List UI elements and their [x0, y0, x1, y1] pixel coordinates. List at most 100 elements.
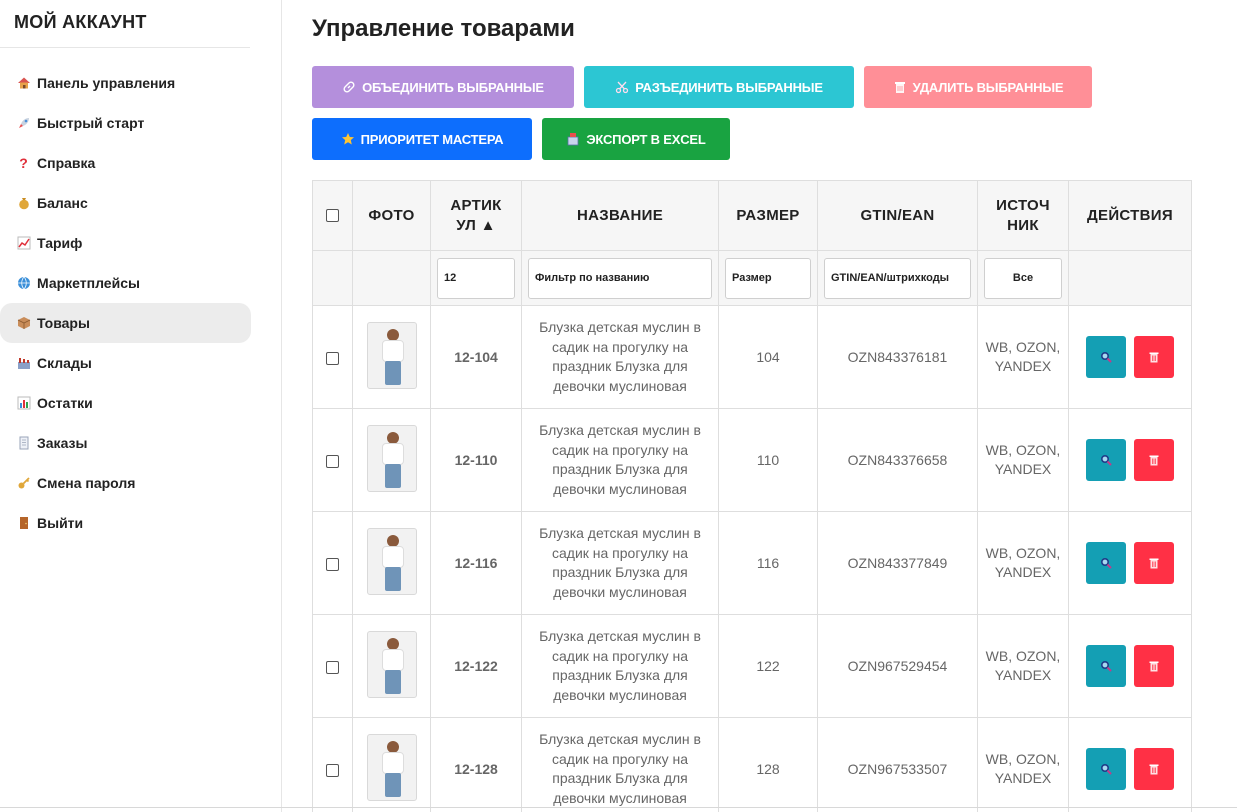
money-bag-icon: [16, 196, 31, 211]
product-thumbnail[interactable]: [366, 734, 417, 801]
sidebar-item-products[interactable]: Товары: [0, 303, 251, 343]
delete-selected-label: УДАЛИТЬ ВЫБРАННЫЕ: [912, 79, 1064, 95]
column-header-article[interactable]: АРТИК УЛ ▲: [430, 180, 522, 251]
filter-cell-empty: [312, 250, 353, 306]
filter-row: Все: [312, 250, 1192, 306]
merge-selected-label: ОБЪЕДИНИТЬ ВЫБРАННЫЕ: [362, 79, 544, 95]
row-actions: [1068, 717, 1192, 812]
sidebar-item-logout[interactable]: Выйти: [0, 503, 251, 543]
article-filter-input[interactable]: [437, 257, 515, 299]
delete-button[interactable]: [1133, 336, 1174, 378]
row-select-checkbox[interactable]: [326, 660, 339, 674]
row-select-checkbox[interactable]: [326, 351, 339, 365]
row-actions: [1068, 305, 1192, 409]
page-title: Управление товарами: [312, 15, 575, 42]
key-icon: [16, 476, 31, 491]
product-thumbnail[interactable]: [366, 425, 417, 492]
table-row[interactable]: 12-110 Блузка детская муслин в садик на …: [312, 408, 1192, 512]
delete-button[interactable]: [1133, 542, 1174, 584]
sidebar: МОЙ АККАУНТ Панель управления Быстрый ст…: [0, 0, 282, 812]
sidebar-item-help[interactable]: ? Справка: [0, 143, 251, 183]
sidebar-item-orders[interactable]: Заказы: [0, 423, 251, 463]
trash-icon: [1149, 352, 1159, 363]
row-name: Блузка детская муслин в садик на прогулк…: [521, 614, 719, 718]
sidebar-item-change-password[interactable]: Смена пароля: [0, 463, 251, 503]
row-article: 12-110: [430, 408, 522, 512]
row-select-cell: [312, 614, 353, 718]
sidebar-item-label: Панель управления: [37, 75, 176, 91]
sidebar-item-quick-start[interactable]: Быстрый старт: [0, 103, 251, 143]
master-priority-label: ПРИОРИТЕТ МАСТЕРА: [360, 131, 504, 147]
row-article: 12-122: [430, 614, 522, 718]
scissors-icon: [616, 81, 629, 94]
thumbnail-figure-shirt: [381, 546, 404, 568]
filter-cell-gtin: [817, 250, 978, 306]
sidebar-item-balance[interactable]: Баланс: [0, 183, 251, 223]
sidebar-item-warehouses[interactable]: Склады: [0, 343, 251, 383]
thumbnail-figure-jeans: [384, 464, 401, 488]
sidebar-item-dashboard[interactable]: Панель управления: [0, 63, 251, 103]
magnifier-icon: [1101, 351, 1112, 363]
gtin-filter-input[interactable]: [824, 257, 971, 299]
export-excel-button[interactable]: ЭКСПОРТ В EXCEL: [542, 118, 730, 160]
product-thumbnail[interactable]: [366, 528, 417, 595]
thumbnail-figure-shirt: [381, 649, 404, 671]
delete-button[interactable]: [1133, 645, 1174, 687]
row-select-checkbox[interactable]: [326, 763, 339, 777]
table-row[interactable]: 12-104 Блузка детская муслин в садик на …: [312, 305, 1192, 409]
split-selected-label: РАЗЪЕДИНИТЬ ВЫБРАННЫЕ: [635, 79, 823, 95]
sidebar-item-label: Склады: [37, 355, 92, 371]
star-icon: [341, 133, 354, 145]
table-row[interactable]: 12-116 Блузка детская муслин в садик на …: [312, 511, 1192, 615]
products-table: ФОТО АРТИК УЛ ▲ НАЗВАНИЕ РАЗМЕР GTIN/EAN …: [312, 180, 1192, 812]
row-name: Блузка детская муслин в садик на прогулк…: [521, 717, 719, 812]
row-select-checkbox[interactable]: [326, 557, 339, 571]
row-gtin: OZN843377849: [817, 511, 978, 615]
house-icon: [16, 76, 31, 91]
row-actions: [1068, 408, 1192, 512]
thumbnail-figure-jeans: [384, 567, 401, 591]
view-button[interactable]: [1086, 645, 1127, 687]
export-icon: [567, 133, 579, 146]
product-rows: 12-104 Блузка детская муслин в садик на …: [312, 305, 1192, 812]
row-photo-cell: [352, 408, 431, 512]
sidebar-menu: Панель управления Быстрый старт ? Справк…: [0, 63, 251, 543]
view-button[interactable]: [1086, 439, 1127, 481]
select-all-checkbox[interactable]: [326, 209, 339, 223]
row-photo-cell: [352, 614, 431, 718]
delete-button[interactable]: [1133, 439, 1174, 481]
master-priority-button[interactable]: ПРИОРИТЕТ МАСТЕРА: [312, 118, 532, 160]
row-gtin: OZN967533507: [817, 717, 978, 812]
column-header-source: ИСТОЧ НИК: [977, 180, 1069, 251]
delete-selected-button[interactable]: УДАЛИТЬ ВЫБРАННЫЕ: [864, 66, 1092, 108]
row-select-checkbox[interactable]: [326, 454, 339, 468]
sidebar-item-label: Выйти: [37, 515, 84, 531]
trash-icon: [1149, 558, 1159, 569]
filter-cell-article: [430, 250, 522, 306]
sidebar-item-marketplaces[interactable]: Маркетплейсы: [0, 263, 251, 303]
row-select-cell: [312, 511, 353, 615]
product-thumbnail[interactable]: [366, 322, 417, 389]
sidebar-item-tariff[interactable]: Тариф: [0, 223, 251, 263]
table-row[interactable]: 12-122 Блузка детская муслин в садик на …: [312, 614, 1192, 718]
row-size: 122: [718, 614, 818, 718]
thumbnail-figure-jeans: [384, 773, 401, 797]
row-photo-cell: [352, 511, 431, 615]
view-button[interactable]: [1086, 748, 1127, 790]
table-row[interactable]: 12-128 Блузка детская муслин в садик на …: [312, 717, 1192, 812]
delete-button[interactable]: [1133, 748, 1174, 790]
view-button[interactable]: [1086, 542, 1127, 584]
column-header-name: НАЗВАНИЕ: [521, 180, 719, 251]
size-filter-input[interactable]: [725, 257, 811, 299]
source-filter-select[interactable]: Все: [984, 257, 1062, 299]
product-thumbnail[interactable]: [366, 631, 417, 698]
name-filter-input[interactable]: [528, 257, 712, 299]
merge-selected-button[interactable]: ОБЪЕДИНИТЬ ВЫБРАННЫЕ: [312, 66, 574, 108]
thumbnail-figure-jeans: [384, 670, 401, 694]
split-selected-button[interactable]: РАЗЪЕДИНИТЬ ВЫБРАННЫЕ: [584, 66, 854, 108]
column-header-gtin: GTIN/EAN: [817, 180, 978, 251]
view-button[interactable]: [1086, 336, 1127, 378]
sidebar-item-stock[interactable]: Остатки: [0, 383, 251, 423]
chart-up-icon: [16, 236, 31, 251]
row-gtin: OZN843376181: [817, 305, 978, 409]
